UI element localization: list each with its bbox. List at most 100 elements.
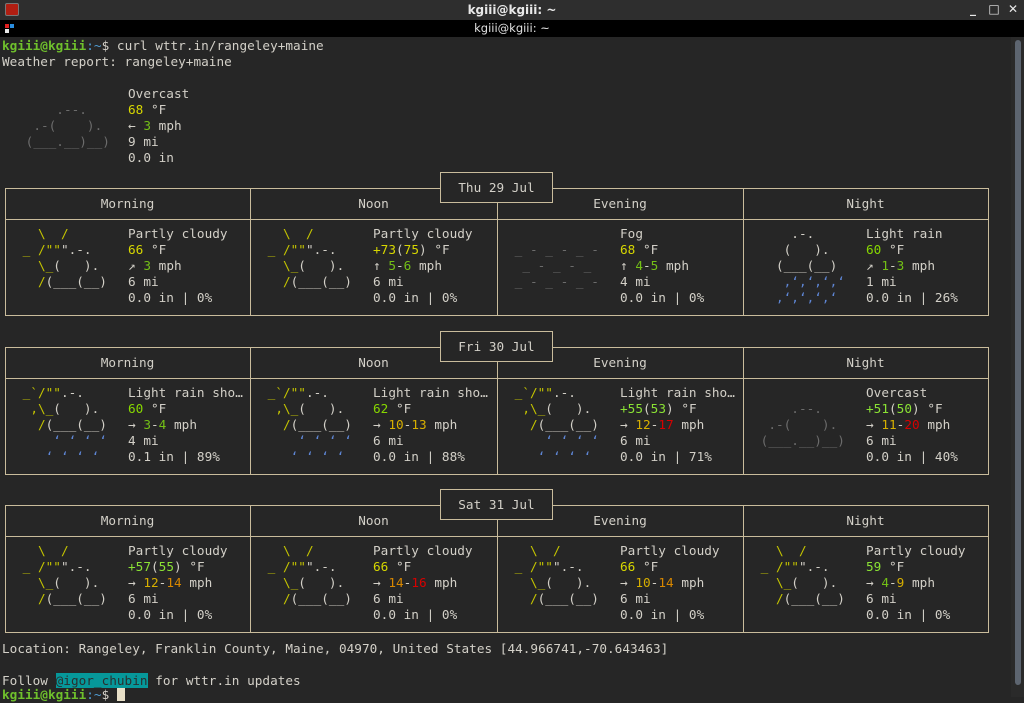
date-label: Fri 30 Jul	[440, 331, 553, 362]
temp-value: +57	[128, 559, 151, 574]
temperature: 66 °F	[128, 242, 166, 258]
visibility: 6 mi	[866, 591, 897, 606]
temperature: 60 °F	[128, 401, 166, 417]
precipitation: 0.0 in | 0%	[128, 290, 213, 305]
current-temp-value: 68	[128, 102, 144, 117]
visibility: 6 mi	[373, 591, 404, 606]
temperature: +51(50) °F	[866, 401, 943, 417]
condition-text: Partly cloudy	[128, 226, 228, 241]
wind-unit: mph	[673, 417, 705, 432]
wind-unit: mph	[904, 575, 935, 590]
wind-unit: mph	[181, 575, 213, 590]
visibility: 6 mi	[373, 274, 404, 289]
precipitation: 0.0 in | 0%	[620, 290, 705, 305]
wind-direction-icon: →	[128, 417, 144, 432]
date-label: Thu 29 Jul	[440, 172, 553, 203]
temperature: 68 °F	[620, 242, 658, 258]
wind-unit: mph	[658, 258, 689, 273]
temp-value: +55	[620, 401, 643, 416]
wind-high: 16	[411, 575, 427, 590]
command-line: kgiii@kgiii:~$ curl wttr.in/rangeley+mai…	[2, 38, 324, 54]
close-button[interactable]: ✕	[1006, 2, 1020, 17]
temp-unit: °F	[143, 401, 167, 416]
wind-direction-icon: ↗	[128, 258, 144, 273]
current-visibility: 9 mi	[128, 134, 159, 149]
condition-text: Partly cloudy	[373, 226, 473, 241]
temp-value: 59	[866, 559, 882, 574]
dash: -	[889, 258, 897, 273]
condition-text: Light rain sho…	[128, 385, 243, 400]
temperature: 62 °F	[373, 401, 411, 417]
wind-low: 5	[388, 258, 396, 273]
temp-unit: °F	[143, 242, 167, 257]
paren: (	[642, 401, 651, 416]
wind-direction-icon: ↗	[866, 258, 882, 273]
current-temp: 68 °F	[128, 102, 166, 118]
temp-unit: °F	[143, 102, 167, 117]
visibility: 4 mi	[128, 433, 159, 448]
condition-text: Light rain sho…	[620, 385, 735, 400]
period-header-night: Night	[846, 355, 885, 370]
current-art-line: .--.	[18, 102, 118, 117]
text-cursor	[116, 688, 125, 701]
prompt-symbol: $	[101, 38, 117, 53]
temperature: +73(75) °F	[373, 242, 450, 258]
wind-low: 12	[143, 575, 159, 590]
paren: (	[888, 401, 897, 416]
window-title: kgiii@kgiii: ~	[467, 3, 557, 17]
wind: → 3-4 mph	[128, 417, 197, 433]
terminal-tab-bar: kgiii@kgiii: ~	[0, 20, 1024, 37]
temp-unit: °F	[673, 401, 697, 416]
visibility: 6 mi	[128, 274, 159, 289]
condition-text: Light rain	[866, 226, 943, 241]
temperature: 66 °F	[373, 559, 411, 575]
wind-direction-icon: ↑	[373, 258, 389, 273]
temp-value: 66	[373, 559, 389, 574]
wind-direction-icon: →	[373, 417, 389, 432]
wind-unit: mph	[411, 258, 442, 273]
wind-high: 13	[411, 417, 427, 432]
dash: -	[889, 575, 897, 590]
feels-like-value: 53	[650, 401, 666, 416]
wind: → 11-20 mph	[866, 417, 950, 433]
precipitation: 0.0 in | 88%	[373, 449, 465, 464]
wind-low: 3	[143, 417, 151, 432]
wind-low: 10	[635, 575, 651, 590]
wind: → 4-9 mph	[866, 575, 935, 591]
wind-direction-icon: →	[620, 417, 636, 432]
paren: )	[665, 401, 674, 416]
temp-value: 68	[620, 242, 636, 257]
terminal-output[interactable]: kgiii@kgiii:~$ curl wttr.in/rangeley+mai…	[2, 37, 1004, 702]
twitter-handle-link[interactable]: @igor_chubin	[55, 673, 148, 688]
wind-high: 17	[658, 417, 674, 432]
wind-direction-icon: ↑	[620, 258, 636, 273]
wind-low: 11	[881, 417, 897, 432]
wind: → 10-14 mph	[620, 575, 704, 591]
maximize-button[interactable]: □	[987, 2, 1001, 17]
wind-unit: mph	[904, 258, 935, 273]
paren: )	[911, 401, 920, 416]
tab-title: kgiii@kgiii: ~	[474, 21, 550, 35]
paren: )	[173, 559, 182, 574]
current-wind: ← 3 mph	[128, 118, 182, 134]
condition-text: Light rain sho…	[373, 385, 488, 400]
wind-unit: mph	[919, 417, 951, 432]
scrollbar-thumb[interactable]	[1015, 40, 1021, 685]
follow-prefix: Follow	[2, 673, 56, 688]
minimize-button[interactable]: _	[966, 2, 980, 17]
wind-low: 4	[635, 258, 643, 273]
paren: )	[418, 242, 427, 257]
wind: ↗ 1-3 mph	[866, 258, 935, 274]
period-header-morning: Morning	[100, 513, 155, 528]
visibility: 6 mi	[620, 591, 651, 606]
prompt-line[interactable]: kgiii@kgiii:~$	[2, 687, 125, 703]
wind-direction-icon: →	[373, 575, 389, 590]
current-condition: Overcast	[128, 86, 190, 101]
dash: -	[396, 258, 404, 273]
follow-suffix: for wttr.in updates	[147, 673, 301, 688]
temp-unit: °F	[388, 401, 412, 416]
temp-value: 60	[866, 242, 882, 257]
temp-value: 66	[620, 559, 636, 574]
visibility: 6 mi	[866, 433, 897, 448]
period-header-morning: Morning	[100, 196, 155, 211]
